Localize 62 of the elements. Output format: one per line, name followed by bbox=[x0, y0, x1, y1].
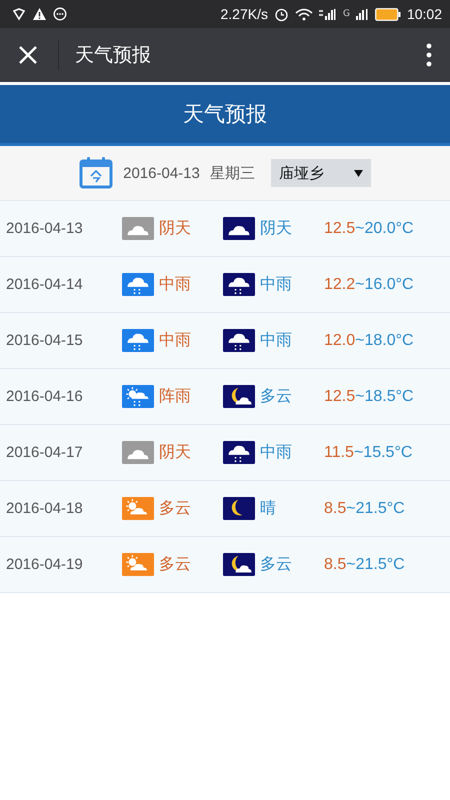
day-weather: 阴天 bbox=[159, 218, 191, 239]
night-weather: 中雨 bbox=[260, 442, 292, 463]
warning-icon bbox=[32, 7, 47, 21]
chat-icon bbox=[53, 7, 67, 21]
forecast-date: 2016-04-16 bbox=[6, 388, 84, 405]
cloud-icon bbox=[122, 217, 154, 240]
night-weather: 多云 bbox=[260, 386, 292, 407]
rain-cloud-icon bbox=[223, 329, 255, 352]
dropdown-icon bbox=[354, 170, 363, 176]
moon-cloud-icon bbox=[223, 385, 255, 408]
sun-rain-icon bbox=[122, 385, 154, 408]
wifi-icon bbox=[294, 8, 313, 20]
clock: 10:02 bbox=[406, 6, 442, 22]
day-weather: 多云 bbox=[159, 554, 191, 575]
sun-cloud-icon bbox=[122, 553, 154, 576]
weekday: 星期三 bbox=[210, 164, 255, 182]
day-weather: 中雨 bbox=[159, 330, 191, 351]
day-weather: 多云 bbox=[159, 498, 191, 519]
temperature-range: 8.5~21.5°C bbox=[324, 500, 405, 518]
temperature-range: 12.5~18.5°C bbox=[324, 388, 414, 406]
forecast-date: 2016-04-13 bbox=[6, 220, 84, 237]
night-weather: 晴 bbox=[260, 498, 276, 519]
temperature-range: 8.5~21.5°C bbox=[324, 556, 405, 574]
close-icon[interactable] bbox=[18, 45, 38, 65]
signal-icon bbox=[318, 8, 337, 20]
temperature-range: 11.5~15.5°C bbox=[324, 444, 412, 462]
shield-icon bbox=[12, 7, 26, 21]
temperature-range: 12.2~16.0°C bbox=[324, 276, 414, 294]
day-weather: 阴天 bbox=[159, 442, 191, 463]
current-date: 2016-04-13 bbox=[123, 164, 200, 182]
temperature-range: 12.5~20.0°C bbox=[324, 220, 414, 238]
moon-icon bbox=[223, 497, 255, 520]
rain-cloud-icon bbox=[122, 329, 154, 352]
temperature-range: 12.0~18.0°C bbox=[324, 332, 414, 350]
night-weather: 中雨 bbox=[260, 274, 292, 295]
signal-icon bbox=[356, 8, 369, 20]
forecast-date: 2016-04-17 bbox=[6, 444, 84, 461]
rain-cloud-icon bbox=[223, 441, 255, 464]
forecast-date: 2016-04-15 bbox=[6, 332, 84, 349]
network-label: G bbox=[342, 9, 350, 19]
forecast-date: 2016-04-14 bbox=[6, 276, 84, 293]
alarm-icon bbox=[274, 6, 289, 22]
cloud-icon bbox=[223, 217, 255, 240]
cloud-icon bbox=[122, 441, 154, 464]
sun-cloud-icon bbox=[122, 497, 154, 520]
page-title: 天气预报 bbox=[183, 101, 267, 128]
forecast-date: 2016-04-19 bbox=[6, 556, 84, 573]
app-title: 天气预报 bbox=[75, 43, 152, 68]
night-weather: 多云 bbox=[260, 554, 292, 575]
battery-icon bbox=[374, 8, 401, 20]
forecast-date: 2016-04-18 bbox=[6, 500, 84, 517]
location-select[interactable]: 庙垭乡 bbox=[270, 159, 371, 187]
network-speed: 2.27K/s bbox=[220, 6, 268, 22]
day-weather: 阵雨 bbox=[159, 386, 191, 407]
calendar-icon bbox=[79, 157, 114, 189]
night-weather: 中雨 bbox=[260, 330, 292, 351]
day-weather: 中雨 bbox=[159, 274, 191, 295]
rain-cloud-icon bbox=[223, 273, 255, 296]
moon-cloud-icon bbox=[223, 553, 255, 576]
more-icon[interactable] bbox=[426, 43, 432, 67]
rain-cloud-icon bbox=[122, 273, 154, 296]
night-weather: 阴天 bbox=[260, 218, 292, 239]
